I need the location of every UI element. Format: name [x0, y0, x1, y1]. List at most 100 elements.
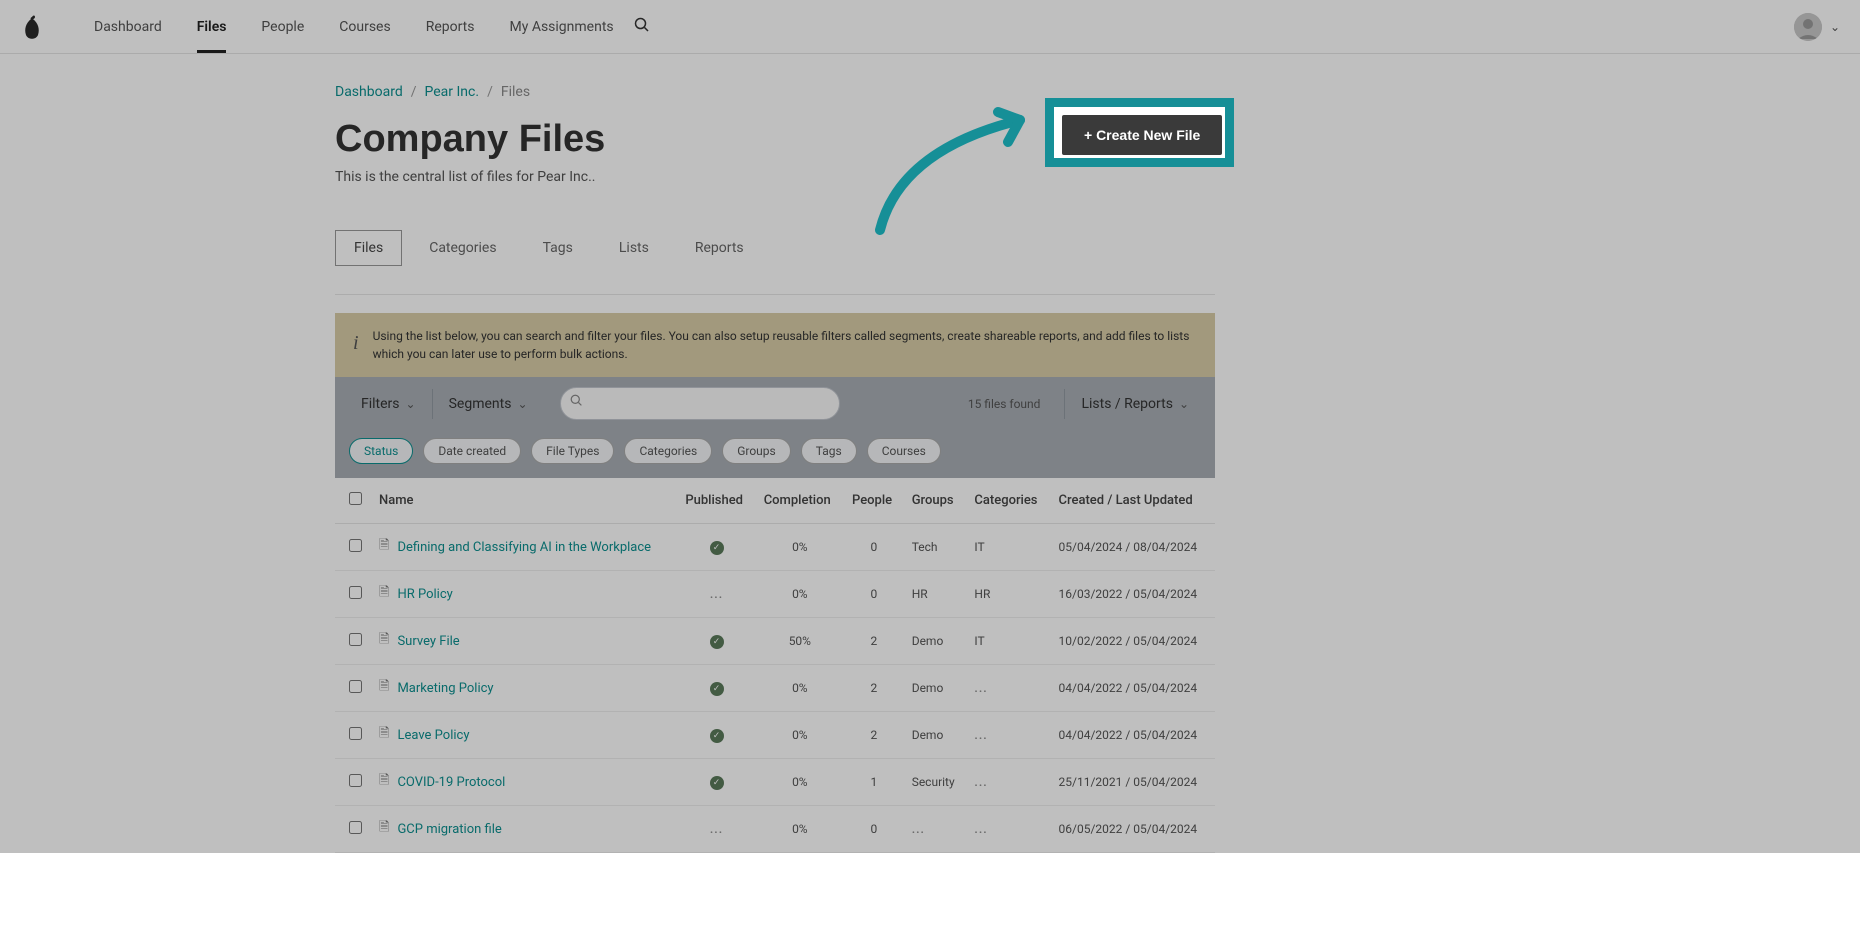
file-link[interactable]: HR Policy — [397, 587, 452, 602]
column-categories[interactable]: Categories — [966, 478, 1050, 524]
file-link[interactable]: COVID-19 Protocol — [397, 775, 505, 790]
cell-completion: 0% — [756, 806, 844, 853]
published-check-icon: ✓ — [710, 682, 724, 696]
row-checkbox[interactable] — [349, 774, 362, 787]
search-wrap — [560, 387, 840, 420]
nav-items: Dashboard Files People Courses Reports My Ass… — [94, 1, 614, 53]
published-check-icon: ✓ — [710, 729, 724, 743]
cell-categories: ... — [966, 806, 1050, 853]
chip-date-created[interactable]: Date created — [423, 438, 521, 464]
column-published[interactable]: Published — [677, 478, 755, 524]
create-new-file-button[interactable]: + Create New File — [1055, 118, 1215, 158]
row-checkbox[interactable] — [349, 539, 362, 552]
search-input[interactable] — [560, 387, 840, 420]
published-check-icon: ✓ — [710, 776, 724, 790]
table-row: 🗎Leave Policy✓0%2Demo...04/04/2022 / 05/… — [335, 712, 1215, 759]
breadcrumb-pear-inc-[interactable]: Pear Inc. — [425, 84, 480, 100]
chevron-down-icon: ⌄ — [406, 397, 416, 411]
cell-people: 2 — [844, 712, 904, 759]
column-completion[interactable]: Completion — [756, 478, 844, 524]
chip-tags[interactable]: Tags — [801, 438, 857, 464]
cell-groups: Demo — [904, 618, 967, 665]
row-checkbox[interactable] — [349, 680, 362, 693]
table-row: 🗎Defining and Classifying AI in the Work… — [335, 524, 1215, 571]
row-checkbox[interactable] — [349, 586, 362, 599]
filter-chips: Status Date created File Types Categories Gr… — [335, 430, 1215, 478]
cell-people: 1 — [844, 759, 904, 806]
chip-categories[interactable]: Categories — [624, 438, 712, 464]
nav-my-assignments[interactable]: My Assignments — [510, 1, 614, 53]
file-icon: 🗎 — [379, 583, 389, 605]
cell-completion: 0% — [756, 571, 844, 618]
table-row: 🗎GCP migration file...0%0......06/05/202… — [335, 806, 1215, 853]
chevron-down-icon: ⌄ — [517, 397, 527, 411]
cell-groups: Security — [904, 759, 967, 806]
unpublished-indicator: ... — [710, 587, 723, 601]
column-groups[interactable]: Groups — [904, 478, 967, 524]
row-checkbox[interactable] — [349, 727, 362, 740]
cell-categories: ... — [966, 712, 1050, 759]
column-created-last-updated[interactable]: Created / Last Updated — [1051, 478, 1215, 524]
cell-groups: Demo — [904, 712, 967, 759]
subtab-tags[interactable]: Tags — [524, 230, 592, 266]
file-link[interactable]: Defining and Classifying AI in the Workp… — [397, 540, 651, 555]
filters-dropdown[interactable]: Filters⌄ — [349, 388, 428, 420]
logo-pear-icon — [20, 13, 44, 41]
top-navigation: Dashboard Files People Courses Reports My Ass… — [0, 0, 1860, 54]
chevron-down-icon: ⌄ — [1179, 397, 1189, 411]
nav-courses[interactable]: Courses — [339, 1, 390, 53]
file-link[interactable]: GCP migration file — [397, 822, 501, 837]
subtab-files[interactable]: Files — [335, 230, 402, 266]
search-icon[interactable] — [634, 17, 650, 37]
file-link[interactable]: Marketing Policy — [397, 681, 493, 696]
table-row: 🗎HR Policy...0%0HRHR16/03/2022 / 05/04/2… — [335, 571, 1215, 618]
file-icon: 🗎 — [379, 630, 389, 652]
file-icon: 🗎 — [379, 771, 389, 793]
user-menu[interactable]: ⌄ — [1794, 13, 1840, 41]
files-table: NamePublishedCompletionPeopleGroupsCateg… — [335, 478, 1215, 853]
breadcrumb-dashboard[interactable]: Dashboard — [335, 84, 403, 100]
file-icon: 🗎 — [379, 724, 389, 746]
chip-groups[interactable]: Groups — [722, 438, 791, 464]
select-all-checkbox[interactable] — [349, 492, 362, 505]
page-title: Company Files — [335, 118, 605, 161]
page-subtitle: This is the central list of files for Pe… — [335, 169, 605, 185]
cell-completion: 0% — [756, 665, 844, 712]
file-link[interactable]: Survey File — [397, 634, 459, 649]
column-people[interactable]: People — [844, 478, 904, 524]
subtab-lists[interactable]: Lists — [600, 230, 668, 266]
table-row: 🗎COVID-19 Protocol✓0%1Security...25/11/2… — [335, 759, 1215, 806]
breadcrumb-separator: / — [487, 84, 493, 100]
lists-reports-dropdown[interactable]: Lists / Reports⌄ — [1069, 388, 1201, 420]
cell-groups: HR — [904, 571, 967, 618]
subtab-categories[interactable]: Categories — [410, 230, 515, 266]
cell-dates: 04/04/2022 / 05/04/2024 — [1051, 665, 1215, 712]
toolbar: Filters⌄ Segments⌄ 15 files found Lists … — [335, 377, 1215, 430]
cell-dates: 05/04/2024 / 08/04/2024 — [1051, 524, 1215, 571]
row-checkbox[interactable] — [349, 821, 362, 834]
divider — [335, 294, 1215, 295]
breadcrumb-separator: / — [411, 84, 417, 100]
subtabs: FilesCategoriesTagsListsReports — [335, 230, 1215, 266]
info-icon: i — [353, 327, 359, 353]
cell-dates: 10/02/2022 / 05/04/2024 — [1051, 618, 1215, 665]
chip-file-types[interactable]: File Types — [531, 438, 614, 464]
nav-people[interactable]: People — [261, 1, 304, 53]
chip-courses[interactable]: Courses — [867, 438, 941, 464]
column-name[interactable]: Name — [371, 478, 677, 524]
chip-status[interactable]: Status — [349, 438, 413, 464]
cell-groups: Tech — [904, 524, 967, 571]
nav-files[interactable]: Files — [197, 1, 227, 53]
subtab-reports[interactable]: Reports — [676, 230, 763, 266]
unpublished-indicator: ... — [710, 822, 723, 836]
cell-dates: 16/03/2022 / 05/04/2024 — [1051, 571, 1215, 618]
file-link[interactable]: Leave Policy — [397, 728, 469, 743]
nav-reports[interactable]: Reports — [426, 1, 475, 53]
cell-categories: ... — [966, 759, 1050, 806]
table-row: 🗎Marketing Policy✓0%2Demo...04/04/2022 /… — [335, 665, 1215, 712]
cell-completion: 0% — [756, 712, 844, 759]
nav-dashboard[interactable]: Dashboard — [94, 1, 162, 53]
cell-groups: Demo — [904, 665, 967, 712]
segments-dropdown[interactable]: Segments⌄ — [437, 388, 540, 420]
row-checkbox[interactable] — [349, 633, 362, 646]
